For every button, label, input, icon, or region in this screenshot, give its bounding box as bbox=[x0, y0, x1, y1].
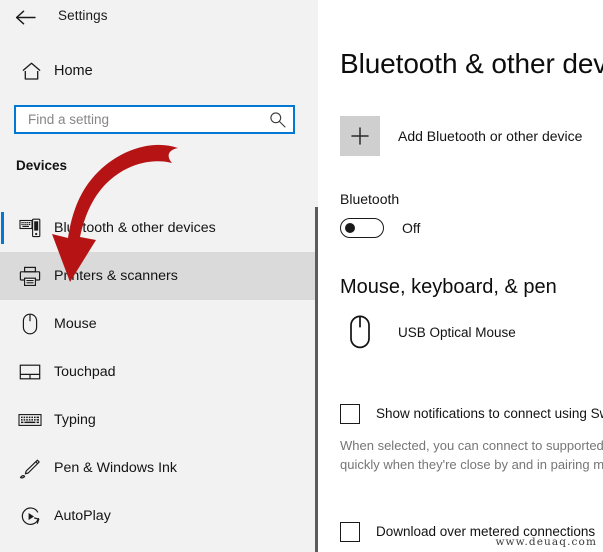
mouse-icon bbox=[10, 313, 50, 335]
sidebar-item-label: Mouse bbox=[54, 316, 97, 332]
sidebar-item-pen-windows-ink[interactable]: Pen & Windows Ink bbox=[0, 444, 318, 492]
sidebar: Settings Home Devices bbox=[0, 0, 318, 552]
toggle-knob bbox=[345, 223, 355, 233]
search-box[interactable] bbox=[14, 105, 295, 134]
sidebar-item-label: AutoPlay bbox=[54, 508, 111, 524]
bluetooth-devices-icon bbox=[10, 218, 50, 238]
search-icon[interactable] bbox=[269, 111, 286, 128]
sidebar-scrollbar-thumb[interactable] bbox=[315, 207, 318, 552]
add-bluetooth-device-button[interactable]: Add Bluetooth or other device bbox=[340, 116, 582, 156]
settings-window: Settings Home Devices bbox=[0, 0, 603, 552]
search-input[interactable] bbox=[16, 107, 262, 132]
bluetooth-toggle[interactable] bbox=[340, 218, 384, 238]
mouse-device-icon bbox=[340, 310, 380, 354]
touchpad-icon bbox=[10, 363, 50, 381]
swift-pair-checkbox-row[interactable]: Show notifications to connect using Swif… bbox=[340, 404, 603, 424]
sidebar-section-heading: Devices bbox=[16, 158, 68, 173]
bluetooth-heading: Bluetooth bbox=[340, 191, 400, 207]
sidebar-item-bluetooth-other-devices[interactable]: Bluetooth & other devices bbox=[0, 204, 318, 252]
sidebar-item-home[interactable]: Home bbox=[0, 54, 318, 88]
device-list-item[interactable]: USB Optical Mouse bbox=[340, 310, 516, 354]
plus-icon bbox=[340, 116, 380, 156]
sidebar-item-label: Typing bbox=[54, 412, 96, 428]
sidebar-nav: Bluetooth & other devices Printers & sca… bbox=[0, 204, 318, 540]
autoplay-icon bbox=[10, 506, 50, 527]
pen-icon bbox=[10, 458, 50, 479]
title-bar: Settings bbox=[0, 0, 318, 34]
sidebar-item-touchpad[interactable]: Touchpad bbox=[0, 348, 318, 396]
sidebar-item-mouse[interactable]: Mouse bbox=[0, 300, 318, 348]
swift-pair-description: When selected, you can connect to suppor… bbox=[340, 436, 603, 474]
add-device-label: Add Bluetooth or other device bbox=[398, 128, 583, 144]
swift-pair-description-line-2: quickly when they're close by and in pai… bbox=[340, 457, 603, 472]
page-title: Bluetooth & other devices bbox=[340, 48, 603, 79]
home-label: Home bbox=[54, 63, 93, 79]
sidebar-item-label: Touchpad bbox=[54, 364, 116, 380]
main-content: Bluetooth & other devices Add Bluetooth … bbox=[320, 0, 603, 552]
sidebar-item-label: Bluetooth & other devices bbox=[54, 220, 216, 236]
swift-pair-checkbox[interactable] bbox=[340, 404, 360, 424]
sidebar-item-typing[interactable]: Typing bbox=[0, 396, 318, 444]
watermark: www.deuaq.com bbox=[495, 536, 597, 548]
sidebar-item-autoplay[interactable]: AutoPlay bbox=[0, 492, 318, 540]
bluetooth-toggle-row: Off bbox=[340, 218, 420, 238]
sidebar-item-label: Pen & Windows Ink bbox=[54, 460, 178, 476]
sidebar-item-printers-scanners[interactable]: Printers & scanners bbox=[0, 252, 318, 300]
metered-connections-checkbox[interactable] bbox=[340, 522, 360, 542]
sidebar-item-label: Printers & scanners bbox=[54, 268, 178, 284]
printer-icon bbox=[10, 266, 50, 287]
mouse-keyboard-pen-heading: Mouse, keyboard, & pen bbox=[340, 276, 557, 298]
home-icon bbox=[12, 61, 50, 82]
keyboard-icon bbox=[10, 412, 50, 428]
bluetooth-toggle-state: Off bbox=[402, 220, 421, 236]
back-arrow-icon[interactable] bbox=[10, 4, 40, 30]
swift-pair-checkbox-label: Show notifications to connect using Swif… bbox=[376, 406, 603, 421]
device-name: USB Optical Mouse bbox=[398, 324, 516, 340]
app-title: Settings bbox=[58, 8, 108, 23]
swift-pair-description-line-1: When selected, you can connect to suppor… bbox=[340, 438, 603, 453]
